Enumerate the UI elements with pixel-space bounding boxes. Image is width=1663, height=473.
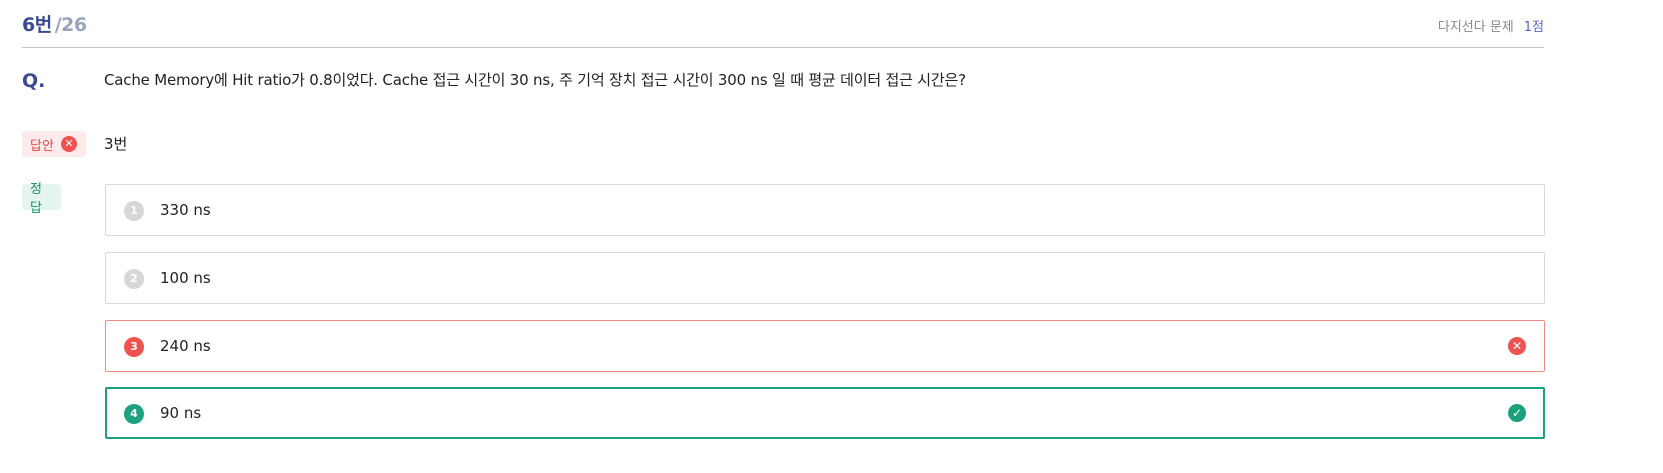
- option-1[interactable]: 1 330 ns: [105, 184, 1545, 236]
- user-answer-value: 3번: [104, 135, 128, 153]
- option-number-badge: 2: [124, 269, 144, 289]
- user-answer-tag-label: 답안: [30, 138, 54, 154]
- check-circle-icon: ✓: [1508, 404, 1526, 422]
- question-header: 6번/26 다지선다 문제 1점: [22, 0, 1544, 48]
- option-number-badge: 1: [124, 201, 144, 221]
- option-number-badge: 3: [124, 337, 144, 357]
- question-number-total: /26: [54, 14, 87, 36]
- question-type-label: 다지선다 문제: [1437, 20, 1514, 35]
- x-circle-icon: ✕: [60, 136, 77, 152]
- question-number: 6번/26: [22, 10, 87, 37]
- option-text: 100 ns: [160, 269, 211, 287]
- question-text: Cache Memory에 Hit ratio가 0.8이었다. Cache 접…: [104, 71, 966, 89]
- correct-answer-tag-label: 정답: [30, 182, 42, 216]
- option-text: 240 ns: [160, 337, 211, 355]
- option-4[interactable]: 4 90 ns ✓: [105, 387, 1545, 439]
- x-circle-icon: ✕: [1508, 337, 1526, 355]
- question-points: 1점: [1523, 20, 1544, 35]
- correct-answer-tag: 정답: [22, 182, 61, 216]
- user-answer-tag: 답안 ✕: [22, 131, 86, 157]
- question-label: Q.: [22, 70, 46, 92]
- option-2[interactable]: 2 100 ns: [105, 252, 1545, 304]
- question-type: 다지선다 문제 1점: [1438, 16, 1544, 35]
- option-number-badge: 4: [124, 404, 144, 424]
- option-text: 90 ns: [160, 404, 202, 422]
- option-text: 330 ns: [160, 201, 211, 219]
- option-3[interactable]: 3 240 ns ✕: [105, 320, 1545, 372]
- question-number-current: 6번: [22, 14, 52, 36]
